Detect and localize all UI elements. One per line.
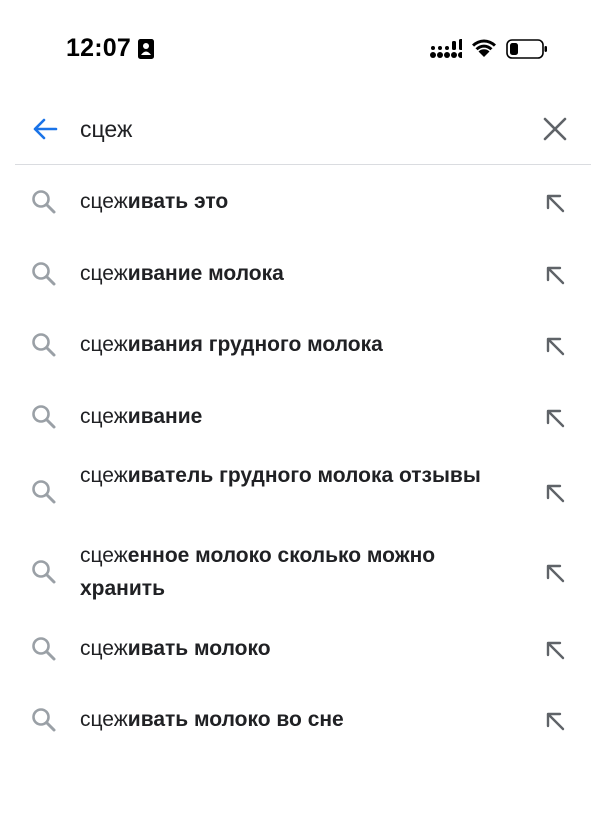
suggestion-text: сцеженное молоко сколько можно хранить [80,539,520,605]
suggestion-text: сцеживание [80,400,520,433]
status-time: 12:07 [66,34,131,62]
search-icon [32,708,56,732]
suggestion-completion: ивание [127,405,203,428]
arrow-up-left-icon[interactable] [543,709,567,733]
arrow-up-left-icon[interactable] [543,191,567,215]
status-bar: 12:07 [0,0,600,96]
suggestion-prefix: сцеж [80,708,128,731]
suggestion-item[interactable]: сцеживать молоко во сне [0,700,600,740]
battery-icon [506,39,547,59]
suggestion-item[interactable]: сцеживания грудного молока [0,325,600,365]
suggestion-completion: ивание молока [127,262,284,285]
search-divider [15,164,591,165]
suggestion-completion: ивать молоко [127,637,271,660]
suggestion-text: сцеживать это [80,185,520,218]
arrow-up-left-icon[interactable] [543,263,567,287]
suggestion-item[interactable]: сцеживать это [0,182,600,222]
arrow-up-left-icon[interactable] [543,561,567,585]
close-icon[interactable] [542,116,568,142]
suggestion-prefix: сцеж [80,405,128,428]
search-icon [32,405,56,429]
suggestion-text: сцеживать молоко во сне [80,703,520,736]
arrow-up-left-icon[interactable] [543,638,567,662]
suggestion-item[interactable]: сцеживать молоко [0,629,600,669]
suggestion-completion: ивать молоко во сне [127,708,344,731]
search-icon [32,560,56,584]
search-icon [32,637,56,661]
suggestion-prefix: сцеж [80,190,128,213]
arrow-up-left-icon[interactable] [543,406,567,430]
suggestion-prefix: сцеж [80,262,128,285]
back-arrow-icon[interactable] [30,114,60,144]
suggestion-item[interactable]: сцеживатель грудного молока отзывы [0,459,600,525]
suggestion-prefix: сцеж [80,637,128,660]
search-icon [32,480,56,504]
contact-card-icon [138,39,154,59]
search-input[interactable]: сцеж [80,114,132,144]
arrow-up-left-icon[interactable] [543,481,567,505]
search-icon [32,190,56,214]
suggestion-completion: иватель грудного молока отзывы [127,464,481,487]
suggestion-prefix: сцеж [80,544,128,567]
suggestion-text: сцеживать молоко [80,632,520,665]
suggestion-completion: ивать это [127,190,229,213]
suggestion-prefix: сцеж [80,333,128,356]
suggestion-prefix: сцеж [80,464,128,487]
suggestion-completion: енное молоко сколько можно хранить [80,544,436,600]
search-icon [32,333,56,357]
wifi-icon [472,39,496,57]
suggestion-item[interactable]: сцеживание [0,397,600,437]
suggestion-item[interactable]: сцеженное молоко сколько можно хранить [0,539,600,605]
suggestion-text: сцеживание молока [80,257,520,290]
suggestion-item[interactable]: сцеживание молока [0,254,600,294]
suggestion-text: сцеживания грудного молока [80,328,520,361]
suggestion-text: сцеживатель грудного молока отзывы [80,459,520,492]
search-bar: сцеж [0,96,600,164]
suggestion-completion: ивания грудного молока [127,333,383,356]
cellular-signal-icon [430,39,462,58]
search-icon [32,262,56,286]
arrow-up-left-icon[interactable] [543,334,567,358]
